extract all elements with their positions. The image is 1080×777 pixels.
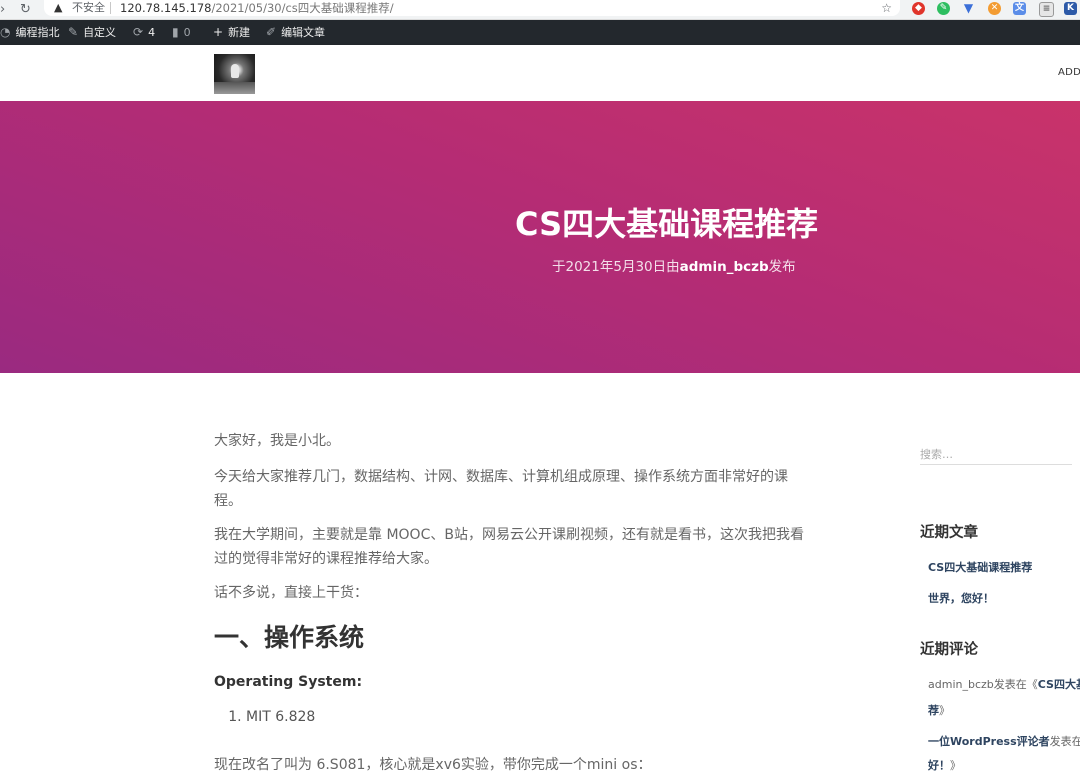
url-text[interactable]: 120.78.145.178/2021/05/30/cs四大基础课程推荐/ <box>120 0 394 16</box>
extension-translate-icon[interactable]: 文 <box>1013 2 1026 15</box>
extension-close-circle-icon[interactable]: ✕ <box>988 2 1001 15</box>
customize-label: 自定义 <box>83 26 117 39</box>
plus-icon: + <box>213 25 224 39</box>
updates-icon: ⟳ <box>133 25 144 39</box>
forward-icon[interactable]: › <box>0 1 5 19</box>
recent-comment-item: 一位WordPress评论者发表在《 <box>928 733 1080 749</box>
admin-site-name[interactable]: ◔ 编程指北 <box>0 20 59 45</box>
warning-icon[interactable]: ▲ <box>54 0 62 16</box>
comments-count: 0 <box>183 26 191 39</box>
logo-ground <box>214 82 255 94</box>
recent-post-link[interactable]: CS四大基础课程推荐 <box>928 559 1032 575</box>
comment-post-link[interactable]: 好！ <box>928 759 950 772</box>
dashboard-icon: ◔ <box>0 25 11 39</box>
site-logo[interactable] <box>214 54 255 94</box>
comment-icon: ▮ <box>172 25 179 39</box>
nav-menu-item[interactable]: ADD <box>1058 67 1080 78</box>
bookmark-star-icon[interactable]: ☆ <box>881 0 892 16</box>
extension-shield-icon[interactable]: ◆ <box>912 2 925 15</box>
post-title: CS四大基础课程推荐 <box>515 205 819 243</box>
comment-mid: 发表在《 <box>993 678 1038 691</box>
url-path: /2021/05/30/cs四大基础课程推荐/ <box>211 1 394 15</box>
address-bar[interactable]: ▲ 不安全 120.78.145.178/2021/05/30/cs四大基础课程… <box>44 0 900 16</box>
list-item: MIT 6.828 <box>246 705 315 729</box>
subheading-os-en: Operating System: <box>214 674 363 690</box>
updates-count: 4 <box>148 26 156 39</box>
extension-list-icon[interactable]: ≡ <box>1039 2 1054 17</box>
post-hero: CS四大基础课程推荐 于2021年5月30日由admin_bczb发布 <box>0 101 1080 373</box>
comment-author-link[interactable]: 一位WordPress评论者 <box>928 735 1050 748</box>
logo-figure <box>231 64 239 78</box>
url-host: 120.78.145.178 <box>120 1 212 15</box>
post-meta: 于2021年5月30日由admin_bczb发布 <box>552 255 796 275</box>
site-name-label: 编程指北 <box>15 26 60 39</box>
extension-evernote-icon[interactable]: ✎ <box>937 2 950 15</box>
extension-v-icon[interactable]: ▼ <box>962 2 975 15</box>
recent-comments-title: 近期评论 <box>920 642 978 658</box>
recent-comment-item-cont: 好！》 <box>928 757 961 773</box>
search-input[interactable] <box>920 445 1072 465</box>
paragraph-background: 我在大学期间，主要就是靠 MOOC、B站，网易云公开课刷视频，还有就是看书，这次… <box>214 527 804 567</box>
comment-author: admin_bczb <box>928 678 994 691</box>
paragraph-intro: 今天给大家推荐几门，数据结构、计网、数据库、计算机组成原理、操作系统方面非常好的… <box>214 469 788 509</box>
comment-post-link[interactable]: 荐 <box>928 704 939 717</box>
extension-k-icon[interactable]: K <box>1064 2 1077 15</box>
comment-mid: 发表在《 <box>1049 735 1080 748</box>
admin-new[interactable]: + 新建 <box>213 20 250 45</box>
paragraph-transition: 话不多说，直接上干货： <box>214 585 368 601</box>
reload-icon[interactable]: ↻ <box>20 1 31 19</box>
recent-post-link[interactable]: 世界，您好！ <box>928 590 994 606</box>
recent-comment-item-cont: 荐》 <box>928 702 950 718</box>
pencil-icon: ✐ <box>266 25 277 39</box>
new-label: 新建 <box>228 26 251 39</box>
paragraph-rename: 现在改名了叫为 6.S081，核心就是xv6实验，带你完成一个mini os： <box>214 757 652 773</box>
heading-os: 一、操作系统 <box>214 623 365 652</box>
site-header: ADD <box>0 45 1080 101</box>
recent-posts-title: 近期文章 <box>920 525 978 541</box>
brush-icon: ✎ <box>68 25 79 39</box>
post-author-link[interactable]: admin_bczb <box>680 259 769 275</box>
comment-end: 》 <box>939 704 950 717</box>
recent-comment-item: admin_bczb发表在《CS四大基 <box>928 676 1080 692</box>
insecure-label[interactable]: 不安全 <box>72 0 105 16</box>
admin-edit-post[interactable]: ✐ 编辑文章 <box>266 20 325 45</box>
post-meta-prefix: 于2021年5月30日由 <box>552 259 680 275</box>
post-meta-suffix: 发布 <box>768 259 796 275</box>
edit-post-label: 编辑文章 <box>281 26 326 39</box>
comment-end: 》 <box>950 759 961 772</box>
admin-updates[interactable]: ⟳ 4 <box>133 20 155 45</box>
browser-toolbar: › ↻ ▲ 不安全 120.78.145.178/2021/05/30/cs四大… <box>0 0 1080 20</box>
comment-post-link[interactable]: CS四大基 <box>1038 678 1080 691</box>
admin-comments[interactable]: ▮ 0 <box>172 20 191 45</box>
wp-admin-bar: ◔ 编程指北 ✎ 自定义 ⟳ 4 ▮ 0 + 新建 ✐ 编辑文章 <box>0 20 1080 45</box>
course-list: MIT 6.828 <box>214 705 315 729</box>
address-divider <box>110 2 111 14</box>
paragraph-greeting: 大家好，我是小北。 <box>214 433 340 449</box>
admin-customize[interactable]: ✎ 自定义 <box>68 20 116 45</box>
